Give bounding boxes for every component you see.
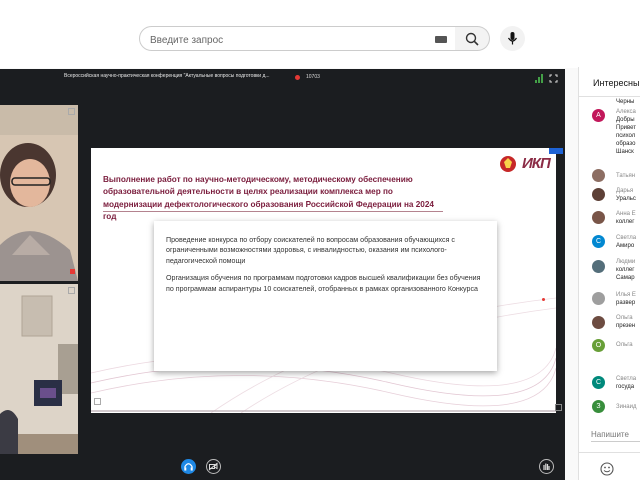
chat-message-text: Анна Еколлег <box>616 211 636 225</box>
expand-icon[interactable] <box>68 287 75 294</box>
microphone-icon <box>508 32 517 45</box>
chat-message: Черны <box>592 98 640 108</box>
avatar: З <box>592 400 605 413</box>
chat-message-text: Светла госуда <box>616 376 637 390</box>
camera-toggle-button[interactable] <box>206 459 221 474</box>
slide-logos: ИКП <box>500 152 551 177</box>
avatar <box>592 316 605 329</box>
chat-input[interactable] <box>591 430 640 439</box>
chat-message: Людми коллег Самар <box>592 258 640 288</box>
emoji-icon[interactable] <box>600 462 614 476</box>
chat-input-area[interactable] <box>591 420 640 450</box>
chat-message-text: Ольга презен <box>616 315 636 329</box>
slide-divider <box>103 211 443 212</box>
mic-status-icon <box>70 269 75 274</box>
webcam-speaker-1 <box>0 105 78 281</box>
webcam-speaker-2 <box>0 284 78 454</box>
avatar <box>592 188 605 201</box>
avatar <box>592 260 605 273</box>
chat-message-text: Дарья Уральс <box>616 188 636 202</box>
slide-corner-icon[interactable] <box>555 404 562 411</box>
expand-icon[interactable] <box>68 108 75 115</box>
slide-paragraph-2: Организация обучения по программам подго… <box>166 274 481 293</box>
avatar <box>592 211 605 224</box>
pointer-dot <box>542 298 545 301</box>
chat-header-divider <box>578 96 640 97</box>
search-input[interactable] <box>148 31 432 49</box>
slide-paragraph-1: Проведение конкурса по отбору соискателе… <box>166 236 455 265</box>
stream-timer: 10703 <box>306 74 320 80</box>
voice-search-button[interactable] <box>500 26 525 51</box>
slide-content-box: Проведение конкурса по отбору соискателе… <box>154 221 497 371</box>
chat-message-text: Илья Еразвер <box>616 292 636 306</box>
raise-hand-button[interactable] <box>539 459 554 474</box>
chat-message-text: Людми коллег Самар <box>616 259 636 281</box>
audio-button[interactable] <box>181 459 196 474</box>
speaker-2-image <box>0 284 78 454</box>
chat-input-underline <box>591 441 640 442</box>
search-box[interactable] <box>139 26 456 51</box>
search-button[interactable] <box>455 26 490 51</box>
chat-header: Интересны <box>593 78 640 88</box>
slide-expand-icon[interactable] <box>94 398 101 405</box>
slide-title: Выполнение работ по научно-методическому… <box>103 175 434 221</box>
chat-message: А Алекса Добры Привет психол образо Шанс… <box>592 108 640 164</box>
headphones-icon <box>184 463 193 471</box>
chat-message-text: Татьян <box>616 173 636 179</box>
conference-title: Всероссийская научно-практическая конфер… <box>64 73 270 79</box>
avatar: О <box>592 339 605 352</box>
avatar: А <box>592 109 605 122</box>
ikp-logo: ИКП <box>522 155 551 172</box>
chat-message-text: Зинаид <box>616 404 637 410</box>
chat-message-text: Светла Амиро <box>616 235 637 249</box>
chat-message: З Зинаид <box>592 400 640 414</box>
chat-message: Ольга презен <box>592 314 640 342</box>
hand-icon <box>543 463 550 470</box>
keyboard-icon[interactable] <box>435 36 447 43</box>
chat-message-text: Ольга <box>616 342 633 348</box>
avatar: С <box>592 376 605 389</box>
chat-message-text: Черны <box>616 99 635 105</box>
avatar <box>592 292 605 305</box>
speaker-1-image <box>0 105 78 281</box>
slide-toggle-icon[interactable] <box>549 148 563 154</box>
chat-footer-divider <box>578 452 640 453</box>
chat-message: С Светла госуда <box>592 358 640 390</box>
search-icon <box>465 32 479 46</box>
camera-off-icon <box>208 462 218 471</box>
record-icon <box>295 75 300 80</box>
avatar: С <box>592 235 605 248</box>
chat-message-text: Алекса Добры Привет психол образо Шанск <box>616 109 637 155</box>
fullscreen-icon[interactable] <box>549 74 558 83</box>
avatar <box>592 169 605 182</box>
signal-icon <box>535 74 543 83</box>
